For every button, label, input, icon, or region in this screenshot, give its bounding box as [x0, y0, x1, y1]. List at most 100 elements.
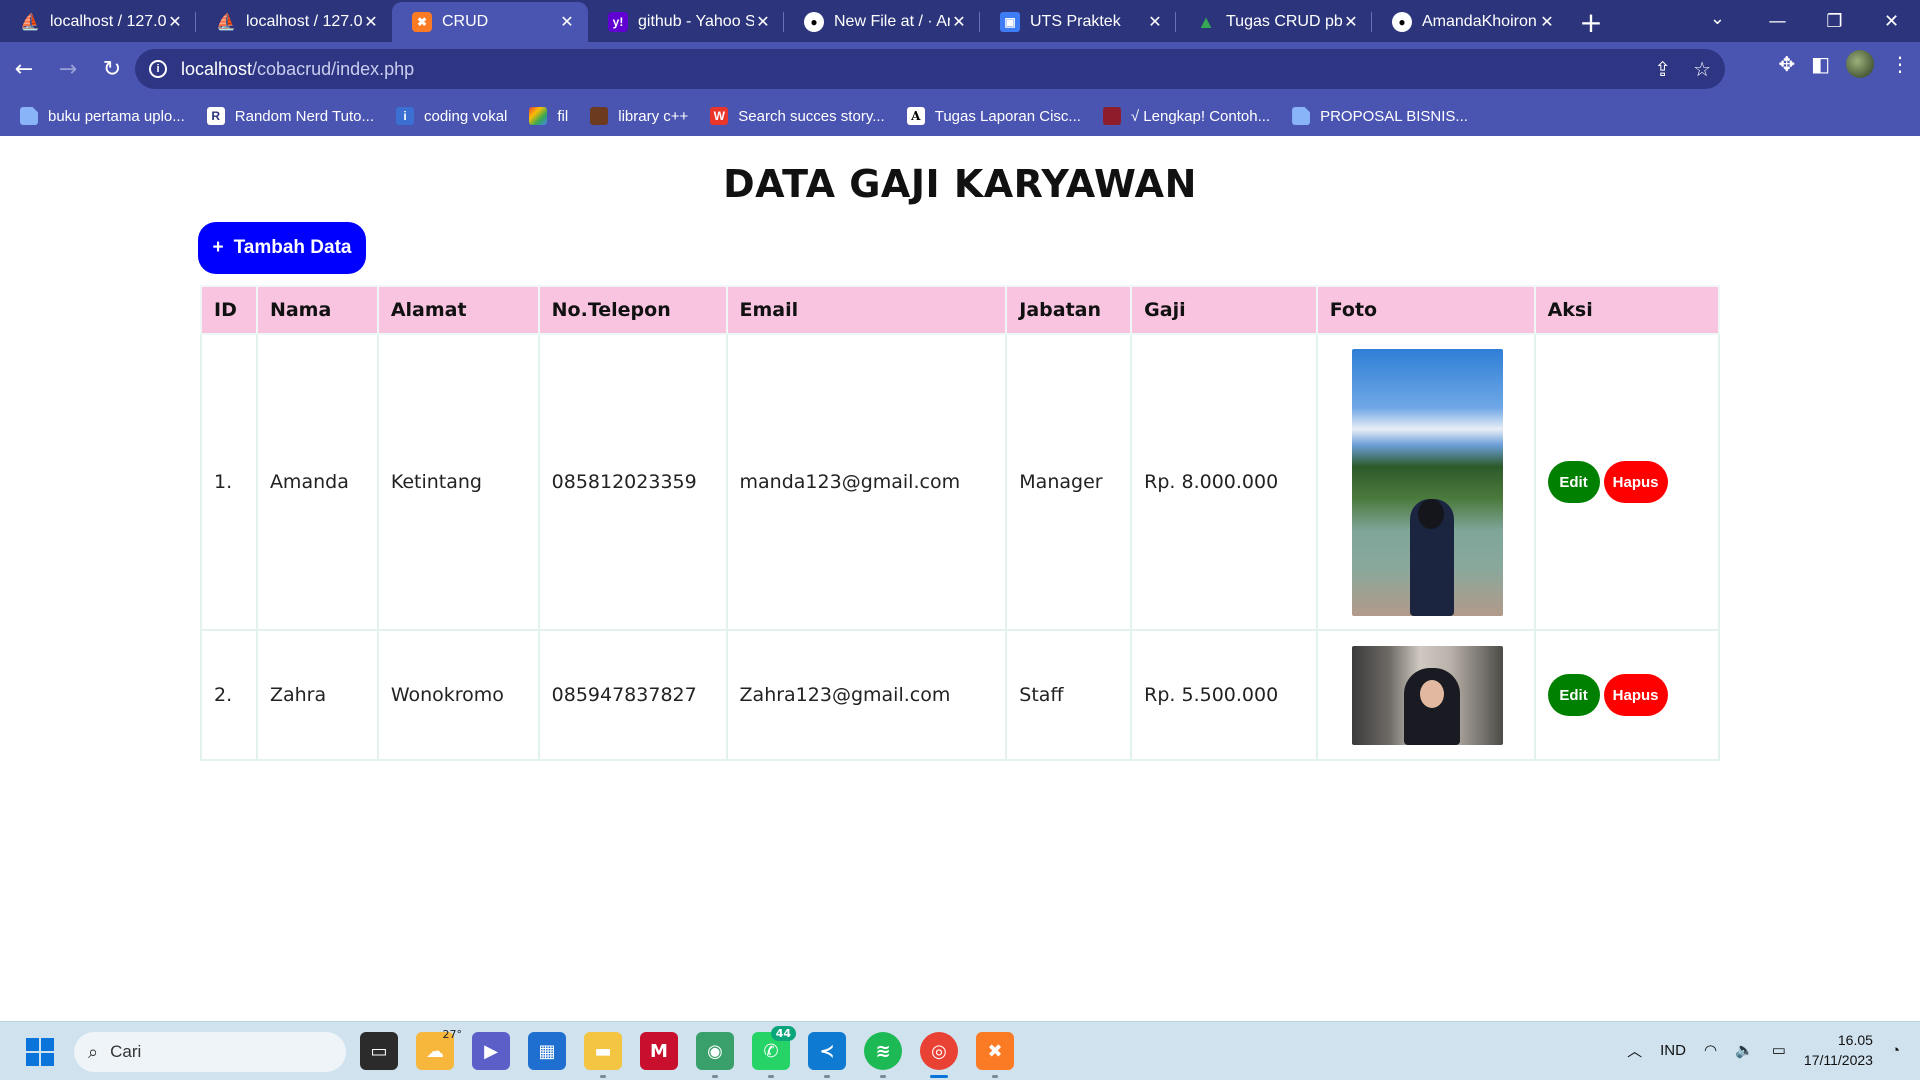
close-tab-icon[interactable]: ✕ [1146, 12, 1164, 32]
cell-alamat: Wonokromo [376, 629, 540, 761]
cell-foto [1315, 629, 1536, 761]
phpmyadmin-icon: ⛵ [20, 14, 40, 31]
bookmark-label: Search succes story... [738, 107, 885, 125]
extensions-puzzle-icon[interactable]: ✥ [1778, 52, 1795, 76]
bookmark-item[interactable]: PROPOSAL BISNIS... [1292, 107, 1468, 125]
task-view-icon[interactable]: ▭ [360, 1032, 398, 1070]
add-data-button[interactable]: + Tambah Data [198, 222, 366, 274]
volume-icon[interactable]: 🔈 [1735, 1041, 1754, 1059]
weather-icon[interactable]: ☁ 27° [416, 1028, 462, 1070]
column-header-alamat: Alamat [376, 285, 540, 335]
language-indicator[interactable]: IND [1660, 1042, 1686, 1059]
spotify-icon[interactable]: ≋ [864, 1032, 902, 1078]
cell-telepon: 085947837827 [537, 629, 728, 761]
taskbar-search[interactable]: ⌕ Cari [74, 1032, 346, 1072]
taskbar: ⌕ Cari ▭ ☁ 27° ▶ ▦ ▬ M ◉ ✆ 44 ≺ ≋ ◎ ✖ ︿ IN… [0, 1021, 1920, 1080]
delete-button[interactable]: Hapus [1603, 674, 1668, 716]
edit-button[interactable]: Edit [1547, 674, 1600, 716]
bookmark-star-icon[interactable]: ☆ [1693, 57, 1711, 82]
address-bar[interactable]: i localhost/cobacrud/index.php ⇪ ☆ [135, 49, 1725, 89]
vscode-icon[interactable]: ≺ [808, 1032, 846, 1078]
whatsapp-badge: 44 [770, 1026, 796, 1041]
document-icon [20, 107, 38, 125]
new-tab-button[interactable]: + [1568, 2, 1614, 42]
restore-icon[interactable]: ❐ [1806, 11, 1863, 32]
bookmarks-bar: buku pertama uplo... R Random Nerd Tuto..… [0, 96, 1920, 136]
document-icon [1292, 107, 1311, 125]
windows-start-icon[interactable] [26, 1038, 54, 1066]
chevron-up-icon[interactable]: ︿ [1627, 1040, 1642, 1061]
close-window-icon[interactable]: ✕ [1863, 11, 1920, 32]
google-drive-icon: ▲ [1197, 11, 1215, 32]
whatsapp-icon[interactable]: ✆ 44 [752, 1026, 796, 1078]
bookmark-item[interactable]: i coding vokal [396, 107, 507, 125]
bookmark-item[interactable]: library c++ [590, 107, 688, 125]
browser-tab-strip: ⛵ localhost / 127.0. ✕ ⛵ localhost / 127… [0, 0, 1920, 42]
forward-arrow-icon[interactable]: → [48, 49, 88, 89]
tab-search-chevron-icon[interactable]: ⌄ [1710, 8, 1725, 29]
close-tab-icon[interactable]: ✕ [950, 12, 968, 32]
clock-date: 17/11/2023 [1803, 1052, 1873, 1068]
bookmark-item[interactable]: W Search succes story... [710, 107, 885, 125]
share-icon[interactable]: ⇪ [1654, 57, 1671, 82]
cell-id: 1. [200, 333, 258, 631]
close-tab-icon[interactable]: ✕ [1538, 12, 1556, 32]
site-info-icon[interactable]: i [149, 60, 167, 78]
browser-tab[interactable]: ● New File at / · Ar ✕ [784, 2, 980, 42]
bookmark-label: Tugas Laporan Cisc... [934, 107, 1081, 125]
browser-tab[interactable]: ⛵ localhost / 127.0. ✕ [196, 2, 392, 42]
browser-tab[interactable]: ▲ Tugas CRUD pbo ✕ [1176, 2, 1372, 42]
bookmark-item[interactable]: √ Lengkap! Contoh... [1102, 107, 1270, 125]
browser-tab[interactable]: ⛵ localhost / 127.0. ✕ [0, 2, 196, 42]
cell-jabatan: Manager [1005, 333, 1133, 631]
close-tab-icon[interactable]: ✕ [362, 12, 380, 32]
menu-kebab-icon[interactable]: ⋮ [1890, 52, 1910, 76]
browser-tab[interactable]: ▣ UTS Praktek ✕ [980, 2, 1176, 42]
browser-tab[interactable]: ● AmandaKhoiron ✕ [1372, 2, 1568, 42]
file-explorer-icon[interactable]: ▬ [584, 1032, 622, 1078]
search-placeholder: Cari [110, 1042, 142, 1061]
cell-nama: Zahra [255, 629, 379, 761]
bookmark-item[interactable]: R Random Nerd Tuto... [206, 107, 374, 125]
profile-avatar[interactable] [1846, 50, 1874, 78]
cell-aksi: Edit Hapus [1533, 333, 1721, 631]
wifi-icon[interactable]: ◠ [1704, 1041, 1717, 1059]
cell-aksi: Edit Hapus [1533, 629, 1721, 761]
side-panel-icon[interactable]: ◧ [1811, 52, 1830, 76]
column-header-id: ID [200, 285, 258, 335]
bookmark-item[interactable]: fil [529, 107, 568, 125]
clock[interactable]: 16.05 17/11/2023 [1804, 1030, 1873, 1070]
cell-foto [1315, 333, 1536, 631]
bookmark-item[interactable]: buku pertama uplo... [20, 107, 185, 125]
microsoft-store-icon[interactable]: ▦ [528, 1032, 566, 1070]
edit-button[interactable]: Edit [1547, 461, 1600, 503]
column-header-nama: Nama [255, 285, 379, 335]
cell-alamat: Ketintang [376, 333, 540, 631]
github-icon: ● [804, 12, 824, 32]
chrome-icon[interactable]: ◎ [920, 1032, 958, 1078]
tab-title: AmandaKhoiron [1422, 13, 1537, 30]
battery-icon[interactable]: ▭ [1772, 1041, 1786, 1059]
teams-chat-icon[interactable]: ▶ [472, 1032, 510, 1070]
cell-nama: Amanda [255, 333, 379, 631]
column-header-foto: Foto [1315, 285, 1536, 335]
edge-browser-icon[interactable]: ◉ [696, 1032, 734, 1078]
close-tab-icon[interactable]: ✕ [558, 12, 576, 32]
profile-photo-icon [590, 107, 609, 125]
xampp-icon[interactable]: ✖ [976, 1032, 1014, 1078]
coding-icon: i [396, 107, 414, 125]
delete-button[interactable]: Hapus [1603, 461, 1668, 503]
reload-icon[interactable]: ↻ [92, 49, 132, 89]
back-arrow-icon[interactable]: ← [4, 49, 44, 89]
close-tab-icon[interactable]: ✕ [1342, 12, 1360, 32]
notification-icon[interactable]: ◔ [1891, 1042, 1900, 1059]
yahoo-icon: y! [608, 12, 628, 32]
close-tab-icon[interactable]: ✕ [754, 12, 772, 32]
mcafee-icon[interactable]: M [640, 1032, 678, 1070]
bookmark-item[interactable]: A Tugas Laporan Cisc... [906, 107, 1081, 125]
browser-tab[interactable]: y! github - Yahoo S ✕ [588, 2, 784, 42]
minimize-icon[interactable]: — [1749, 11, 1806, 32]
browser-tab-active[interactable]: ✖ CRUD ✕ [392, 2, 588, 42]
tab-title: New File at / · Ar [834, 13, 950, 30]
close-tab-icon[interactable]: ✕ [166, 12, 184, 32]
